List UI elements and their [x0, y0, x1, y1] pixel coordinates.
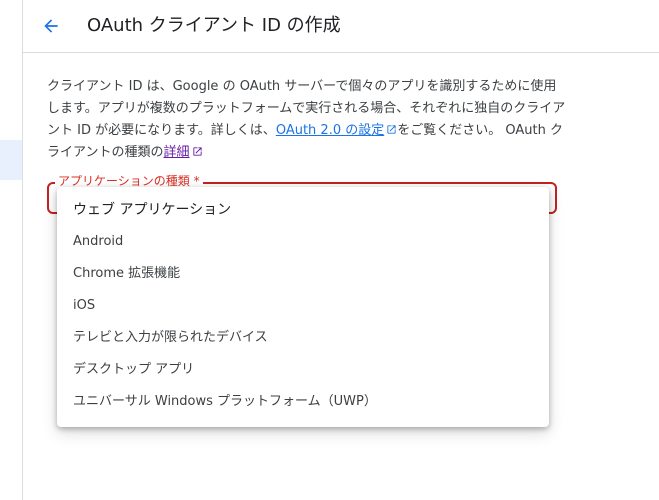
- option-uwp[interactable]: ユニバーサル Windows プラットフォーム（UWP）: [57, 386, 549, 418]
- application-type-dropdown-menu: ウェブ アプリケーション Android Chrome 拡張機能 iOS テレビ…: [57, 187, 549, 427]
- arrow-back-icon: [44, 19, 58, 33]
- page-title: OAuth クライアント ID の作成: [87, 15, 341, 36]
- option-android[interactable]: Android: [57, 226, 549, 258]
- application-type-label: アプリケーションの種類 *: [55, 174, 203, 188]
- open-in-new-icon: [387, 125, 396, 134]
- page-header: OAuth クライアント ID の作成: [23, 0, 659, 53]
- option-chrome-extension[interactable]: Chrome 拡張機能: [57, 258, 549, 290]
- oauth-settings-link[interactable]: OAuth 2.0 の設定: [276, 123, 384, 138]
- option-web-application[interactable]: ウェブ アプリケーション: [57, 194, 549, 226]
- back-button[interactable]: [37, 12, 65, 40]
- option-desktop-app[interactable]: デスクトップ アプリ: [57, 354, 549, 386]
- open-in-new-icon: [192, 147, 202, 156]
- left-nav-selected-item[interactable]: [0, 140, 22, 180]
- learn-more-link[interactable]: 詳細: [163, 145, 189, 160]
- description-text: クライアント ID は、Google の OAuth サーバーで個々のアプリを識…: [47, 76, 567, 164]
- left-nav-rail: [0, 0, 23, 500]
- option-ios[interactable]: iOS: [57, 290, 549, 322]
- option-tv-limited-input[interactable]: テレビと入力が限られたデバイス: [57, 322, 549, 354]
